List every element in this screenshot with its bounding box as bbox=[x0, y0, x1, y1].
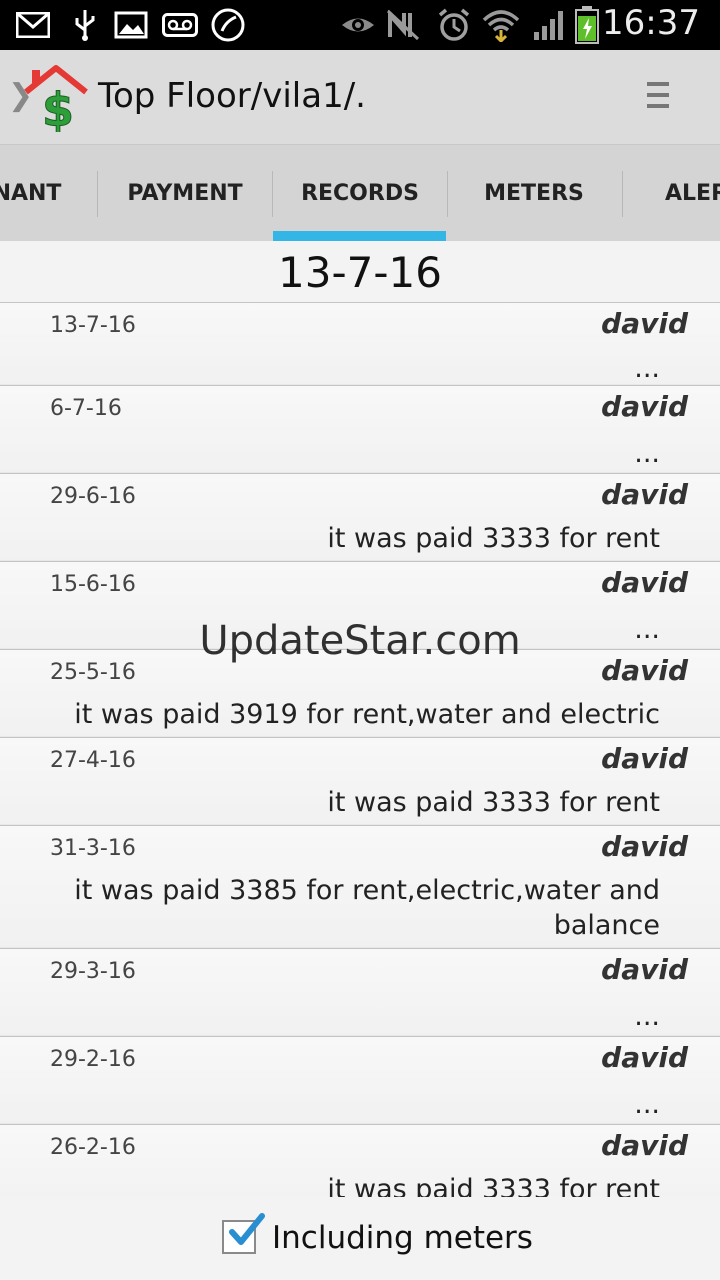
usb-icon bbox=[72, 6, 98, 44]
record-note: ... bbox=[634, 438, 660, 469]
record-user: david bbox=[601, 1041, 688, 1074]
record-row[interactable]: 26-2-16 david it was paid 3333 for rent bbox=[0, 1124, 720, 1197]
record-row[interactable]: 27-4-16 david it was paid 3333 for rent bbox=[0, 737, 720, 825]
tab-alerts[interactable]: ALER bbox=[622, 145, 720, 241]
page-title: Top Floor/vila1/. bbox=[98, 76, 366, 116]
selected-tab-indicator bbox=[273, 231, 446, 241]
record-user: david bbox=[601, 1129, 688, 1162]
tab-bar: NANT PAYMENT RECORDS METERS ALER bbox=[0, 145, 720, 241]
tab-payment[interactable]: PAYMENT bbox=[98, 145, 272, 241]
record-date: 31-3-16 bbox=[50, 836, 136, 861]
voicemail-icon bbox=[162, 6, 198, 44]
record-user: david bbox=[601, 830, 688, 863]
record-note: it was paid 3333 for rent bbox=[327, 523, 660, 554]
record-row[interactable]: 29-2-16 david ... bbox=[0, 1036, 720, 1124]
current-date-header: 13-7-16 bbox=[278, 248, 442, 297]
action-bar: ❯ $ Top Floor/vila1/. bbox=[0, 50, 720, 145]
nfc-icon bbox=[386, 6, 420, 44]
record-user: david bbox=[601, 742, 688, 775]
record-row[interactable]: 13-7-16 david ... bbox=[0, 302, 720, 385]
status-bar: 16:37 bbox=[0, 0, 720, 50]
record-note: ... bbox=[634, 1001, 660, 1032]
record-user: david bbox=[601, 478, 688, 511]
record-date: 6-7-16 bbox=[50, 396, 122, 421]
records-list[interactable]: 13-7-16 david ... 6-7-16 david ... 29-6-… bbox=[0, 302, 720, 1197]
mail-icon bbox=[16, 6, 50, 44]
svg-text:$: $ bbox=[42, 83, 74, 132]
alarm-icon bbox=[436, 6, 472, 44]
wifi-icon bbox=[482, 6, 520, 44]
app-logo-icon[interactable]: $ bbox=[22, 62, 92, 138]
record-note: it was paid 3333 for rent bbox=[327, 1174, 660, 1197]
clock-time: 16:37 bbox=[602, 3, 700, 43]
record-user: david bbox=[601, 307, 688, 340]
watermark-text: UpdateStar.com bbox=[199, 618, 521, 664]
footer-bar: Including meters bbox=[0, 1198, 720, 1280]
eye-icon bbox=[340, 6, 376, 44]
record-note: it was paid 3333 for rent bbox=[327, 787, 660, 818]
record-row[interactable]: 29-6-16 david it was paid 3333 for rent bbox=[0, 473, 720, 561]
tab-meters[interactable]: METERS bbox=[447, 145, 621, 241]
record-date: 29-3-16 bbox=[50, 959, 136, 984]
record-note: ... bbox=[634, 1089, 660, 1120]
record-note: it was paid 3385 for rent,electric,water… bbox=[74, 875, 660, 941]
record-row[interactable]: 29-3-16 david ... bbox=[0, 948, 720, 1036]
record-user: david bbox=[601, 390, 688, 423]
record-date: 29-2-16 bbox=[50, 1047, 136, 1072]
record-date: 27-4-16 bbox=[50, 748, 136, 773]
record-date: 26-2-16 bbox=[50, 1135, 136, 1160]
overflow-menu-button[interactable] bbox=[640, 82, 676, 114]
record-row[interactable]: 31-3-16 david it was paid 3385 for rent,… bbox=[0, 825, 720, 948]
including-meters-label[interactable]: Including meters bbox=[272, 1220, 533, 1256]
tab-records[interactable]: RECORDS bbox=[273, 145, 447, 241]
record-user: david bbox=[601, 566, 688, 599]
record-date: 29-6-16 bbox=[50, 484, 136, 509]
record-date: 13-7-16 bbox=[50, 313, 136, 338]
record-date: 15-6-16 bbox=[50, 572, 136, 597]
record-user: david bbox=[601, 953, 688, 986]
record-note: ... bbox=[634, 353, 660, 384]
signal-icon bbox=[532, 6, 568, 44]
battery-icon bbox=[574, 6, 600, 44]
record-row[interactable]: 6-7-16 david ... bbox=[0, 385, 720, 473]
image-icon bbox=[114, 6, 148, 44]
call-icon bbox=[210, 6, 246, 44]
record-note: it was paid 3919 for rent,water and elec… bbox=[74, 699, 660, 730]
checkmark-icon bbox=[226, 1212, 266, 1256]
